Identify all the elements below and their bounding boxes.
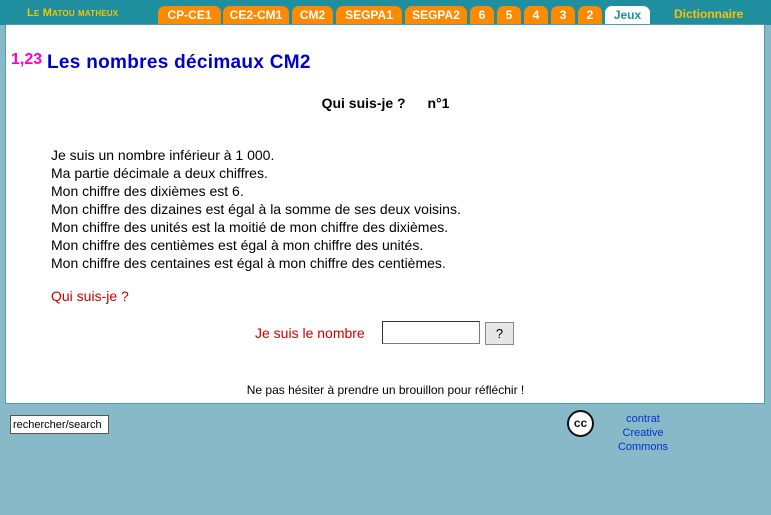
brand-link[interactable]: Le Matou matheux: [27, 7, 118, 19]
tab-segpa1[interactable]: SEGPA1: [336, 6, 402, 24]
creative-commons-icon[interactable]: cc: [567, 410, 594, 437]
tab-segpa2[interactable]: SEGPA2: [405, 6, 467, 24]
exercise-heading: Qui suis-je ? n°1: [0, 95, 771, 111]
license-line-1: contrat: [626, 413, 660, 425]
page-title: Les nombres décimaux CM2: [47, 52, 311, 73]
tab-4[interactable]: 4: [524, 6, 548, 24]
exercise-subtitle: Qui suis-je ?: [321, 95, 406, 111]
hint-text: Ne pas hésiter à prendre un brouillon po…: [246, 383, 525, 397]
answer-label: Je suis le nombre: [255, 325, 365, 341]
dictionary-link[interactable]: Dictionnaire: [674, 7, 743, 21]
clue-line: Mon chiffre des dixièmes est 6.: [51, 183, 244, 199]
tab-3[interactable]: 3: [551, 6, 575, 24]
tab-2[interactable]: 2: [578, 6, 602, 24]
tab-jeux[interactable]: Jeux: [605, 6, 650, 24]
clue-list: Je suis un nombre inférieur à 1 000. Ma …: [51, 146, 461, 272]
question-text: Qui suis-je ?: [51, 288, 129, 304]
decimal-logo: 1,23: [11, 51, 43, 68]
clue-line: Mon chiffre des centaines est égal à mon…: [51, 255, 446, 271]
license-link[interactable]: contrat Creative Commons: [598, 412, 688, 454]
clue-line: Mon chiffre des centièmes est égal à mon…: [51, 237, 424, 253]
check-answer-button[interactable]: ?: [485, 322, 514, 345]
clue-line: Je suis un nombre inférieur à 1 000.: [51, 147, 275, 163]
tab-ce2-cm1[interactable]: CE2-CM1: [223, 6, 289, 24]
clue-line: Mon chiffre des dizaines est égal à la s…: [51, 201, 461, 217]
tab-cm2[interactable]: CM2: [292, 6, 333, 24]
top-nav-bar: Le Matou matheux CP-CE1 CE2-CM1 CM2 SEGP…: [0, 0, 771, 25]
search-input[interactable]: [10, 415, 109, 434]
clue-line: Ma partie décimale a deux chiffres.: [51, 165, 268, 181]
license-line-2: Creative Commons: [617, 427, 669, 453]
exercise-number: n°1: [427, 95, 450, 111]
tab-6[interactable]: 6: [470, 6, 494, 24]
tab-cp-ce1[interactable]: CP-CE1: [158, 6, 221, 24]
tab-5[interactable]: 5: [497, 6, 521, 24]
answer-input[interactable]: [382, 321, 480, 344]
clue-line: Mon chiffre des unités est la moitié de …: [51, 219, 449, 235]
